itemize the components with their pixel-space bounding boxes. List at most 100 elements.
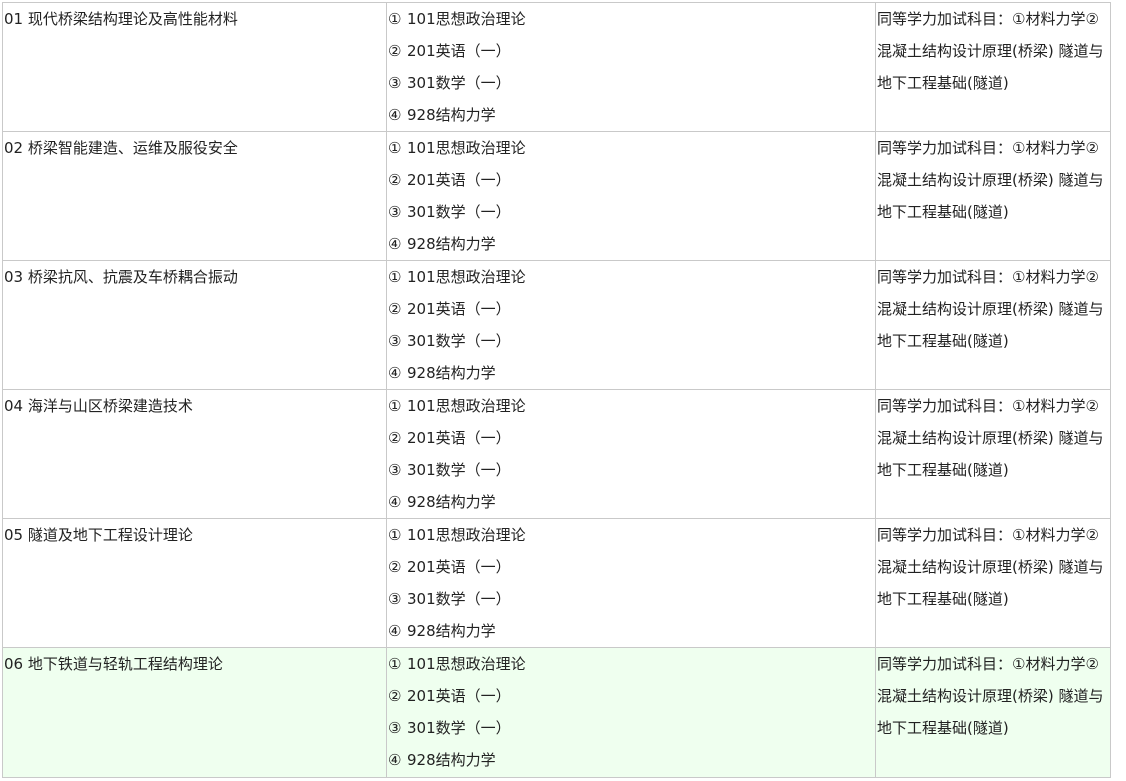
circled-number-3: ③ [388,203,402,221]
circled-number-2: ② [388,429,402,447]
subject-item: ② 201英语（一） [388,35,875,67]
subject-item: ② 201英语（一） [388,293,875,325]
remarks-text: 同等学力加试科目：①材料力学②混凝土结构设计原理(桥梁) 隧道与地下工程基础(隧… [877,526,1104,608]
exam-subjects-table: 01 现代桥梁结构理论及高性能材料 ① 101思想政治理论 ② 201英语（一） ③… [2,2,1111,778]
subject-item: ① 101思想政治理论 [388,133,875,165]
circled-number-3: ③ [388,74,402,92]
subject-text: 301数学（一） [407,203,511,221]
exam-subjects-cell: ① 101思想政治理论 ② 201英语（一） ③ 301数学（一） ④ 928结构力学 [386,2,876,132]
subject-text: 101思想政治理论 [407,10,526,28]
subject-text: 301数学（一） [407,590,511,608]
subject-item: ④ 928结构力学 [388,228,875,260]
remarks-cell: 同等学力加试科目：①材料力学②混凝土结构设计原理(桥梁) 隧道与地下工程基础(隧… [875,389,1111,519]
subject-text: 928结构力学 [407,106,496,124]
circled-number-2: ② [388,558,402,576]
research-direction-cell: 05 隧道及地下工程设计理论 [2,518,387,648]
subject-item: ② 201英语（一） [388,680,875,712]
circled-number-3: ③ [388,332,402,350]
circled-number-1: ① [388,268,402,286]
subject-text: 201英语（一） [407,171,511,189]
subject-text: 301数学（一） [407,461,511,479]
exam-subjects-cell: ① 101思想政治理论 ② 201英语（一） ③ 301数学（一） ④ 928结构力学 [386,518,876,648]
circled-number-2: ② [388,42,402,60]
subject-text: 101思想政治理论 [407,397,526,415]
remarks-text: 同等学力加试科目：①材料力学②混凝土结构设计原理(桥梁) 隧道与地下工程基础(隧… [877,139,1104,221]
circled-number-2: ② [388,687,402,705]
subject-text: 928结构力学 [407,493,496,511]
exam-subjects-cell: ① 101思想政治理论 ② 201英语（一） ③ 301数学（一） ④ 928结构力学 [386,647,876,778]
circled-number-3: ③ [388,590,402,608]
subject-item: ③ 301数学（一） [388,325,875,357]
circled-number-4: ④ [388,751,402,769]
subject-text: 201英语（一） [407,687,511,705]
subject-text: 201英语（一） [407,429,511,447]
remarks-cell: 同等学力加试科目：①材料力学②混凝土结构设计原理(桥梁) 隧道与地下工程基础(隧… [875,518,1111,648]
table-row: 03 桥梁抗风、抗震及车桥耦合振动 ① 101思想政治理论 ② 201英语（一） ③… [2,260,1111,390]
research-direction-cell: 01 现代桥梁结构理论及高性能材料 [2,2,387,132]
table-row: 05 隧道及地下工程设计理论 ① 101思想政治理论 ② 201英语（一） ③ 301… [2,518,1111,648]
subject-item: ① 101思想政治理论 [388,262,875,294]
exam-subjects-table-container: 01 现代桥梁结构理论及高性能材料 ① 101思想政治理论 ② 201英语（一） ③… [2,2,1111,778]
circled-number-4: ④ [388,493,402,511]
subject-item: ① 101思想政治理论 [388,649,875,681]
exam-subjects-cell: ① 101思想政治理论 ② 201英语（一） ③ 301数学（一） ④ 928结构力学 [386,260,876,390]
subject-item: ③ 301数学（一） [388,454,875,486]
subject-item: ③ 301数学（一） [388,583,875,615]
subject-text: 101思想政治理论 [407,526,526,544]
subject-item: ④ 928结构力学 [388,615,875,647]
subject-item: ② 201英语（一） [388,164,875,196]
circled-number-4: ④ [388,364,402,382]
subject-text: 928结构力学 [407,235,496,253]
remarks-text: 同等学力加试科目：①材料力学②混凝土结构设计原理(桥梁) 隧道与地下工程基础(隧… [877,268,1104,350]
subject-text: 201英语（一） [407,558,511,576]
research-direction: 05 隧道及地下工程设计理论 [4,526,193,544]
subject-item: ② 201英语（一） [388,551,875,583]
subject-text: 201英语（一） [407,300,511,318]
subject-text: 101思想政治理论 [407,268,526,286]
circled-number-4: ④ [388,622,402,640]
subject-item: ② 201英语（一） [388,422,875,454]
subject-item: ④ 928结构力学 [388,744,875,776]
remarks-text: 同等学力加试科目：①材料力学②混凝土结构设计原理(桥梁) 隧道与地下工程基础(隧… [877,10,1104,92]
subject-item: ③ 301数学（一） [388,196,875,228]
research-direction: 01 现代桥梁结构理论及高性能材料 [4,10,238,28]
subject-item: ④ 928结构力学 [388,486,875,518]
research-direction-cell: 06 地下铁道与轻轨工程结构理论 [2,647,387,778]
subject-text: 928结构力学 [407,751,496,769]
circled-number-2: ② [388,171,402,189]
circled-number-2: ② [388,300,402,318]
research-direction: 04 海洋与山区桥梁建造技术 [4,397,193,415]
circled-number-1: ① [388,655,402,673]
subject-item: ③ 301数学（一） [388,67,875,99]
table-row: 04 海洋与山区桥梁建造技术 ① 101思想政治理论 ② 201英语（一） ③ 301… [2,389,1111,519]
remarks-text: 同等学力加试科目：①材料力学②混凝土结构设计原理(桥梁) 隧道与地下工程基础(隧… [877,397,1104,479]
remarks-cell: 同等学力加试科目：①材料力学②混凝土结构设计原理(桥梁) 隧道与地下工程基础(隧… [875,2,1111,132]
subject-text: 928结构力学 [407,364,496,382]
subject-text: 101思想政治理论 [407,139,526,157]
remarks-cell: 同等学力加试科目：①材料力学②混凝土结构设计原理(桥梁) 隧道与地下工程基础(隧… [875,260,1111,390]
research-direction: 06 地下铁道与轻轨工程结构理论 [4,655,223,673]
table-row: 01 现代桥梁结构理论及高性能材料 ① 101思想政治理论 ② 201英语（一） ③… [2,2,1111,132]
circled-number-1: ① [388,526,402,544]
research-direction: 02 桥梁智能建造、运维及服役安全 [4,139,238,157]
remarks-text: 同等学力加试科目：①材料力学②混凝土结构设计原理(桥梁) 隧道与地下工程基础(隧… [877,655,1104,737]
research-direction-cell: 03 桥梁抗风、抗震及车桥耦合振动 [2,260,387,390]
subject-text: 928结构力学 [407,622,496,640]
circled-number-4: ④ [388,106,402,124]
remarks-cell: 同等学力加试科目：①材料力学②混凝土结构设计原理(桥梁) 隧道与地下工程基础(隧… [875,647,1111,778]
subject-item: ④ 928结构力学 [388,357,875,389]
subject-item: ④ 928结构力学 [388,99,875,131]
subject-item: ③ 301数学（一） [388,712,875,744]
subject-text: 301数学（一） [407,74,511,92]
circled-number-1: ① [388,139,402,157]
circled-number-1: ① [388,10,402,28]
subject-text: 301数学（一） [407,719,511,737]
subject-text: 301数学（一） [407,332,511,350]
circled-number-1: ① [388,397,402,415]
circled-number-3: ③ [388,461,402,479]
research-direction-cell: 02 桥梁智能建造、运维及服役安全 [2,131,387,261]
subject-item: ① 101思想政治理论 [388,520,875,552]
exam-subjects-cell: ① 101思想政治理论 ② 201英语（一） ③ 301数学（一） ④ 928结构力学 [386,389,876,519]
table-row-highlighted: 06 地下铁道与轻轨工程结构理论 ① 101思想政治理论 ② 201英语（一） ③3… [2,647,1111,778]
subject-item: ① 101思想政治理论 [388,391,875,423]
